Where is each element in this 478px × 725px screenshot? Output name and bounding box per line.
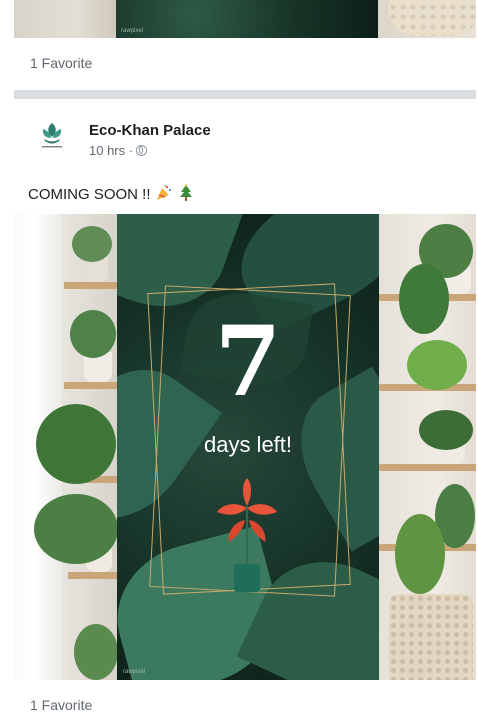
post-text: COMING SOON !! xyxy=(28,184,195,203)
page-name-link[interactable]: Eco-Khan Palace xyxy=(89,122,211,139)
plant xyxy=(419,410,473,450)
left-shelf-photo xyxy=(14,214,118,680)
favorite-count[interactable]: 1 Favorite xyxy=(30,697,92,713)
avatar[interactable] xyxy=(33,117,71,155)
post-timestamp[interactable]: 10 hrs · xyxy=(89,143,148,158)
logo-icon xyxy=(42,123,62,148)
plant xyxy=(70,310,116,358)
post-image[interactable]: 7 days left! rawpixel xyxy=(14,214,476,680)
christmas-tree-icon xyxy=(179,184,192,201)
potted-flower-icon xyxy=(217,478,277,592)
shelf xyxy=(68,572,117,579)
watermark: rawpixel xyxy=(123,669,146,675)
post-text-content: COMING SOON !! xyxy=(28,186,151,203)
favorite-count[interactable]: 1 Favorite xyxy=(30,55,92,71)
plant xyxy=(72,226,112,262)
shelf xyxy=(379,464,476,471)
shelf xyxy=(64,382,117,389)
party-popper-icon xyxy=(156,185,171,200)
plant xyxy=(399,264,449,334)
right-shelf-photo xyxy=(379,214,476,680)
plant xyxy=(407,340,467,390)
stool-decor xyxy=(388,0,476,36)
countdown-caption: days left! xyxy=(203,432,293,457)
image-center-leaves xyxy=(116,0,378,38)
countdown-graphic: 7 days left! rawpixel xyxy=(117,214,379,680)
globe-icon xyxy=(136,145,148,156)
plant xyxy=(395,514,445,594)
plant xyxy=(74,624,118,680)
image-left-strip xyxy=(14,0,116,38)
watermark: rawpixel xyxy=(121,28,144,34)
plant xyxy=(34,494,118,564)
timestamp-text: 10 hrs · xyxy=(89,143,134,158)
shelf xyxy=(64,282,117,289)
countdown-number: 7 xyxy=(214,305,282,418)
post-divider xyxy=(14,90,476,99)
plant xyxy=(36,404,116,484)
previous-post-image[interactable]: rawpixel xyxy=(14,0,476,38)
stool-decor xyxy=(389,594,473,680)
